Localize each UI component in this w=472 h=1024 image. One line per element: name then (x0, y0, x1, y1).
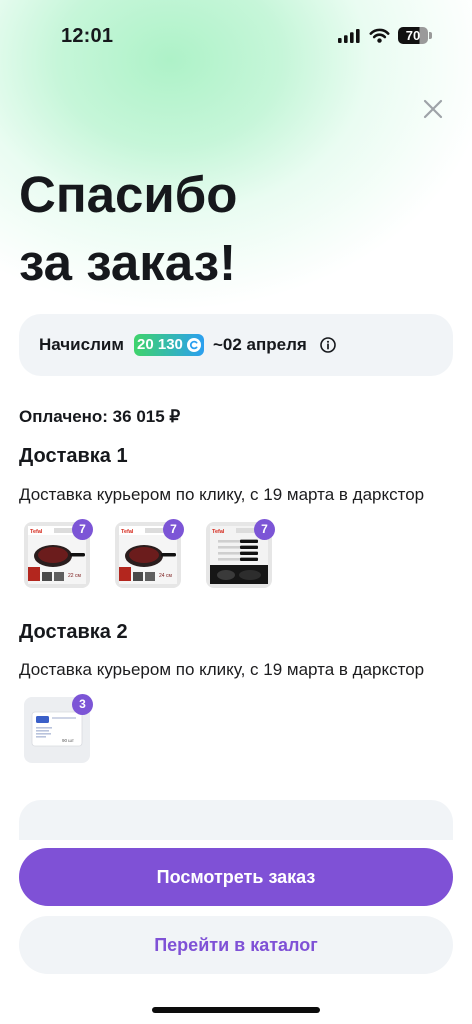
product-thumbnail[interactable]: Tefal 24 см 7 (115, 519, 184, 588)
product-size-label: 22 см (68, 573, 81, 579)
bonus-amount: 20 130 (137, 336, 183, 353)
page-title-line-1: Спасибо (19, 166, 238, 223)
status-time: 12:01 (61, 25, 114, 47)
paid-amount: Оплачено: 36 015 ₽ (19, 407, 181, 426)
product-thumbnail[interactable]: Tefal 7 (206, 519, 275, 588)
close-icon[interactable] (422, 98, 444, 120)
product-brand-logo: Tefal (30, 529, 43, 535)
bonus-amount-badge: 20 130 (134, 334, 204, 356)
quantity-badge: 7 (72, 519, 93, 540)
page-title-line-2: за заказ! (19, 234, 237, 291)
delivery-1-title: Доставка 1 (19, 445, 128, 467)
quantity-badge: 7 (163, 519, 184, 540)
quantity-badge: 7 (254, 519, 275, 540)
battery-nub (429, 32, 432, 39)
battery-level: 70 (405, 28, 421, 43)
battery-icon: 70 (398, 27, 428, 44)
product-thumbnail[interactable]: Tefal 22 см 7 (24, 519, 93, 588)
product-pack-label: 90 шт (62, 738, 74, 743)
bonus-card: Начислим 20 130 ~02 апреля (19, 314, 453, 376)
wifi-icon (369, 28, 390, 43)
delivery-2-title: Доставка 2 (19, 621, 128, 643)
quantity-badge: 3 (72, 694, 93, 715)
bonus-date: ~02 апреля (213, 335, 307, 354)
product-thumbnail[interactable]: 90 шт 3 (24, 694, 93, 763)
cellular-signal-icon (338, 29, 360, 43)
delivery-1-description: Доставка курьером по клику, с 19 марта в… (19, 485, 425, 504)
bonus-label: Начислим (39, 335, 124, 354)
info-icon[interactable] (320, 337, 336, 353)
home-indicator (152, 1007, 320, 1013)
delivery-2-description: Доставка курьером по клику, с 19 марта в… (19, 660, 425, 679)
go-to-catalog-button[interactable]: Перейти в каталог (19, 916, 453, 974)
product-size-label: 24 см (159, 573, 172, 579)
page-title: Спасибо за заказ! (19, 161, 237, 297)
product-brand-logo: Tefal (212, 529, 225, 535)
coin-icon (186, 338, 201, 352)
product-brand-logo: Tefal (121, 529, 134, 535)
view-order-button[interactable]: Посмотреть заказ (19, 848, 453, 906)
